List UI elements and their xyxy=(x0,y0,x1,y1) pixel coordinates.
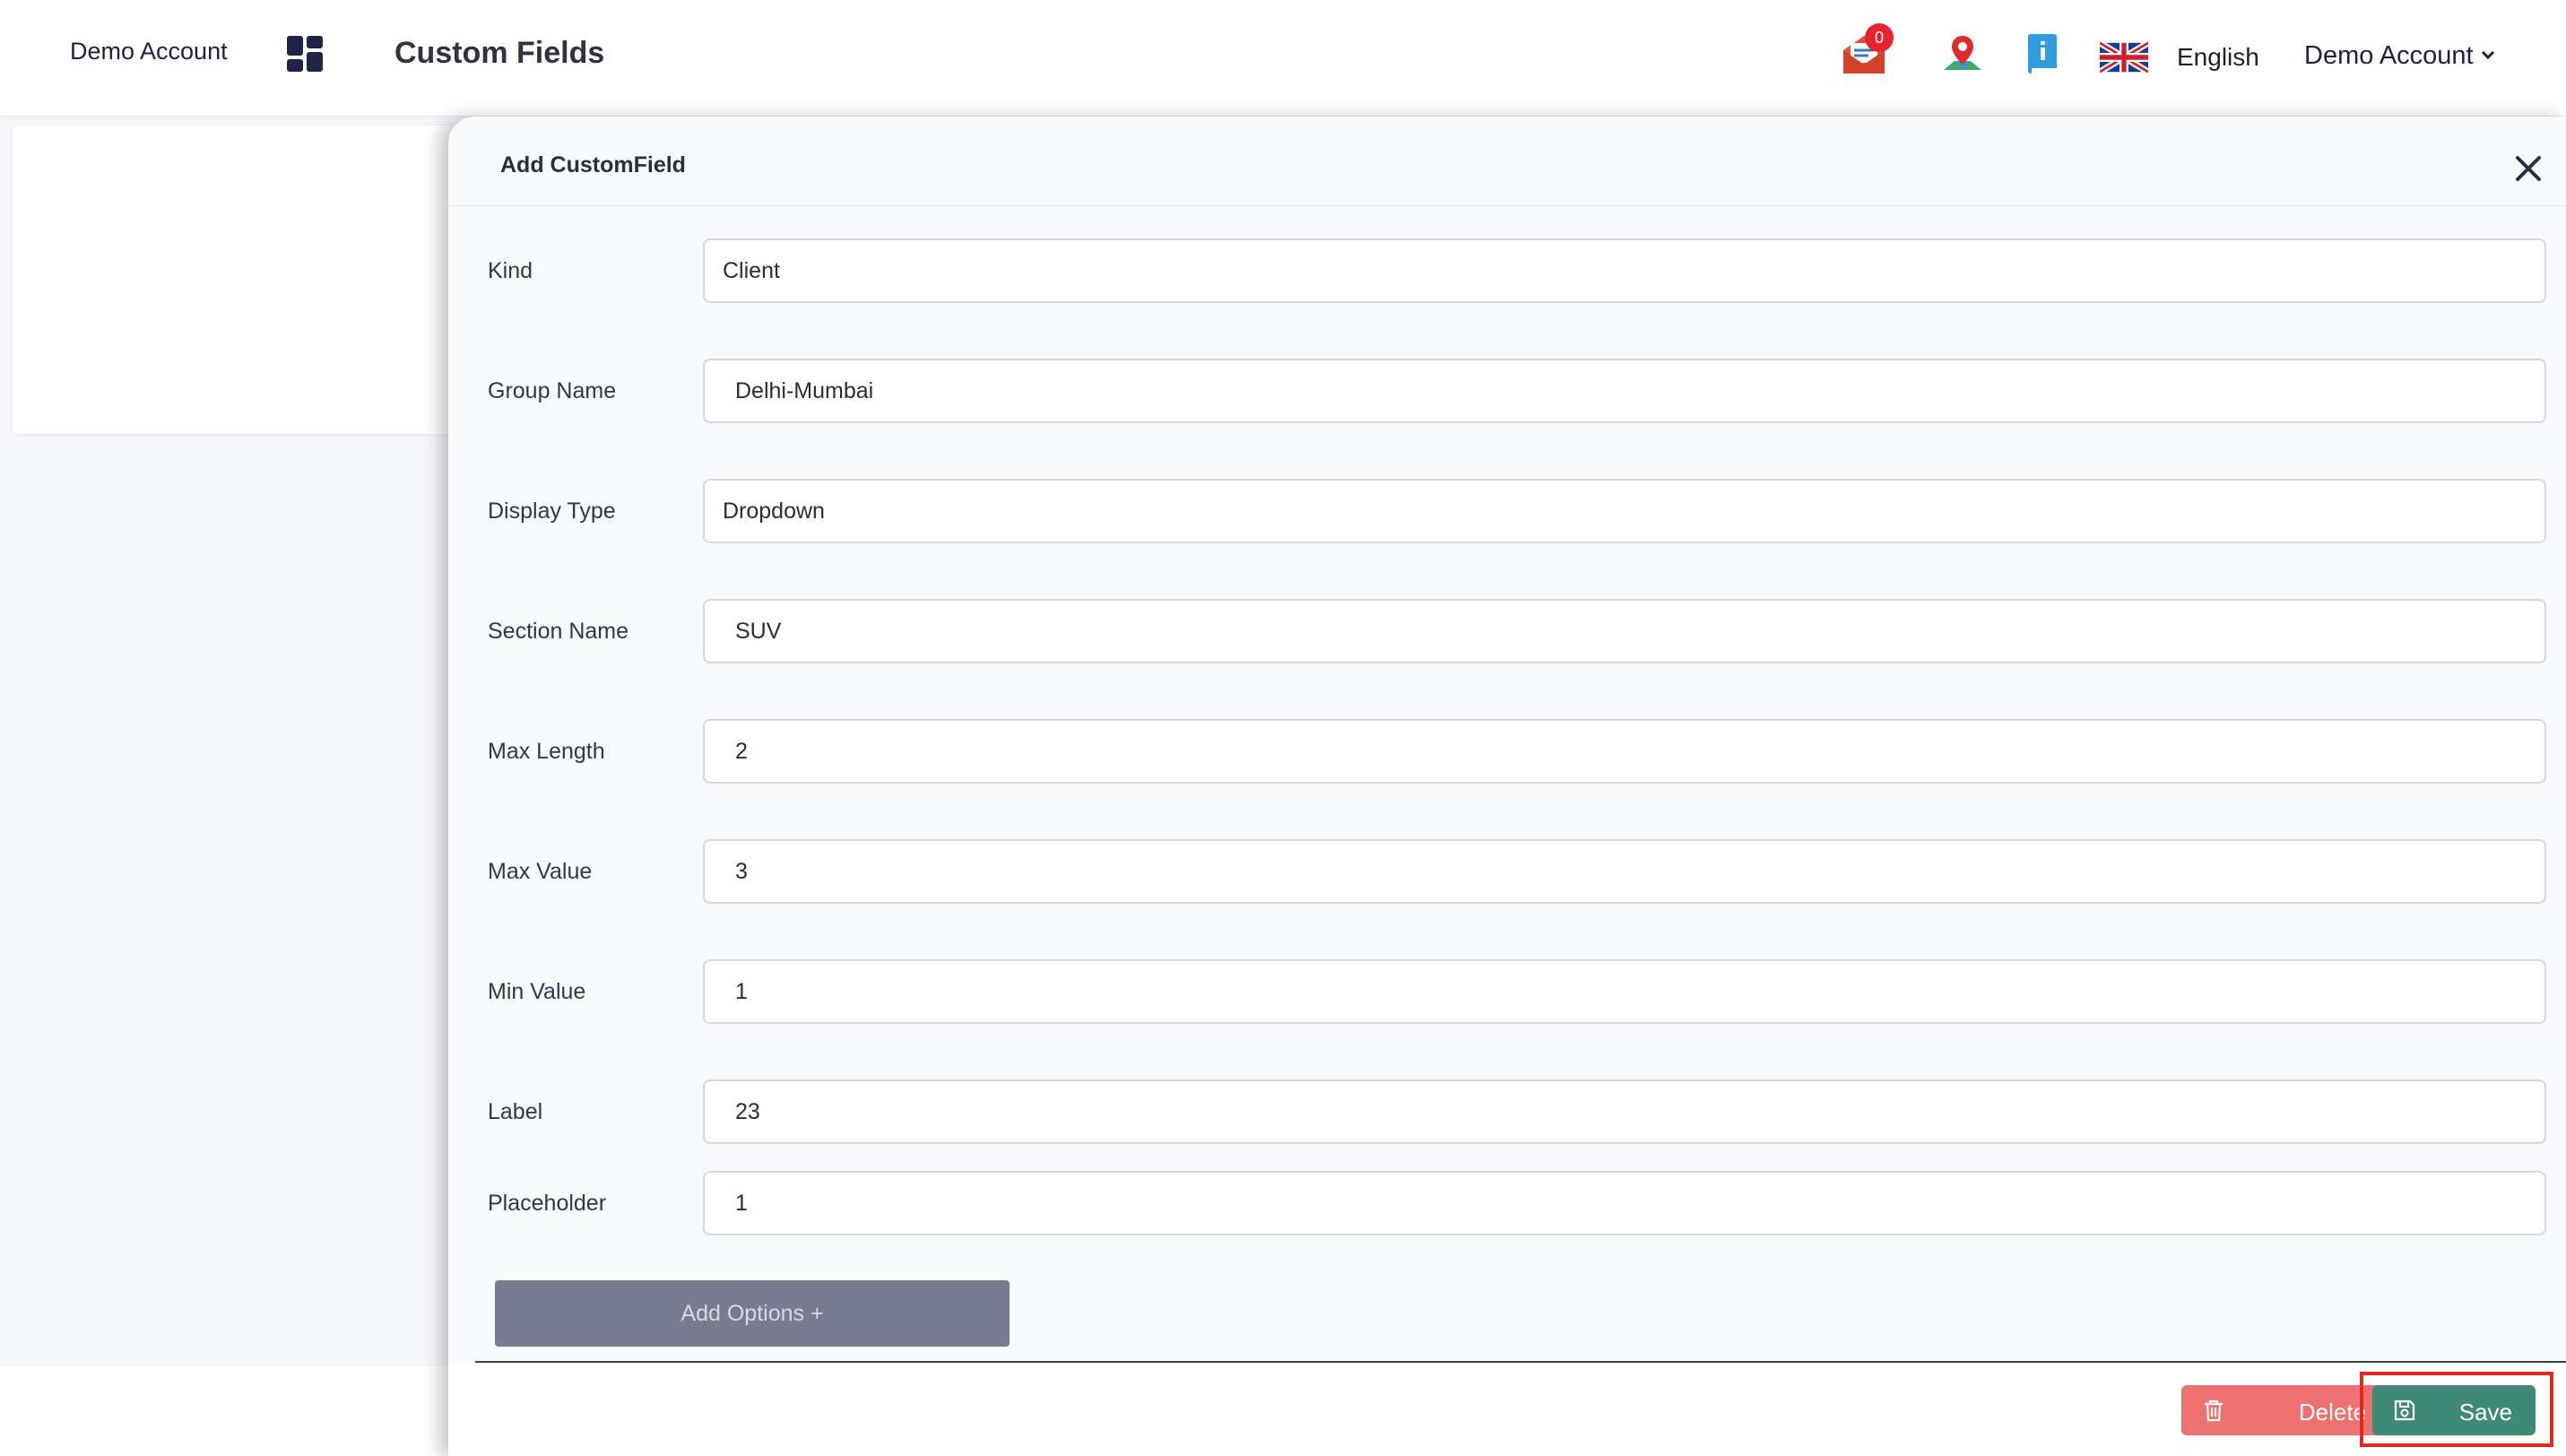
drawer-footer: Delete Save xyxy=(448,1363,2566,1456)
delete-button[interactable]: Delete xyxy=(2181,1385,2389,1435)
brand-name[interactable]: Demo Account xyxy=(70,38,228,65)
label-label: Label xyxy=(488,1099,543,1124)
placeholder-label: Placeholder xyxy=(488,1191,607,1216)
display-type-field[interactable] xyxy=(703,479,2546,543)
min-value-field[interactable] xyxy=(703,959,2546,1024)
min-value-row: Min Value xyxy=(448,959,2566,1024)
uk-flag-icon[interactable] xyxy=(2100,41,2148,74)
max-value-label: Max Value xyxy=(488,859,593,884)
account-menu[interactable]: Demo Account xyxy=(2304,41,2474,71)
chevron-down-icon[interactable] xyxy=(2478,45,2498,65)
map-location-icon[interactable] xyxy=(1938,30,1987,79)
background-card xyxy=(13,126,479,434)
section-name-row: Section Name xyxy=(448,599,2566,663)
top-bar: Demo Account Custom Fields 0 English Dem… xyxy=(0,0,2566,117)
section-name-label: Section Name xyxy=(488,619,629,644)
label-row: Label xyxy=(448,1079,2566,1144)
page-title: Custom Fields xyxy=(394,36,605,70)
section-name-field[interactable] xyxy=(703,599,2546,663)
min-value-label: Min Value xyxy=(488,979,586,1004)
placeholder-field[interactable] xyxy=(703,1171,2546,1235)
drawer-title: Add CustomField xyxy=(500,152,686,178)
background-footer xyxy=(0,1366,466,1456)
kind-label: Kind xyxy=(488,258,533,283)
save-label: Save xyxy=(2458,1399,2512,1426)
dashboard-grid-icon[interactable] xyxy=(285,34,325,74)
save-button[interactable]: Save xyxy=(2372,1385,2536,1435)
group-name-label: Group Name xyxy=(488,378,617,403)
kind-field[interactable] xyxy=(703,238,2546,303)
max-value-row: Max Value xyxy=(448,839,2566,904)
max-length-row: Max Length xyxy=(448,719,2566,784)
add-customfield-drawer: Add CustomField Kind Group Name Display … xyxy=(448,117,2566,1456)
floppy-disk-icon xyxy=(2394,1400,2415,1421)
delete-label: Delete xyxy=(2298,1399,2366,1426)
display-type-label: Display Type xyxy=(488,498,616,524)
display-type-row: Display Type xyxy=(448,479,2566,543)
placeholder-row: Placeholder xyxy=(448,1171,2566,1235)
max-value-field[interactable] xyxy=(703,839,2546,904)
drawer-header: Add CustomField xyxy=(448,117,2566,206)
language-selector[interactable]: English xyxy=(2177,43,2259,72)
info-book-icon[interactable] xyxy=(2019,30,2068,79)
trash-icon xyxy=(2205,1400,2223,1422)
group-name-row: Group Name xyxy=(448,359,2566,423)
mail-count-badge: 0 xyxy=(1865,23,1894,52)
close-icon[interactable] xyxy=(2510,151,2546,186)
group-name-field[interactable] xyxy=(703,359,2546,423)
add-options-button[interactable]: Add Options + xyxy=(495,1280,1010,1347)
label-field[interactable] xyxy=(703,1079,2546,1144)
max-length-label: Max Length xyxy=(488,739,605,764)
max-length-field[interactable] xyxy=(703,719,2546,784)
kind-row: Kind xyxy=(448,238,2566,303)
